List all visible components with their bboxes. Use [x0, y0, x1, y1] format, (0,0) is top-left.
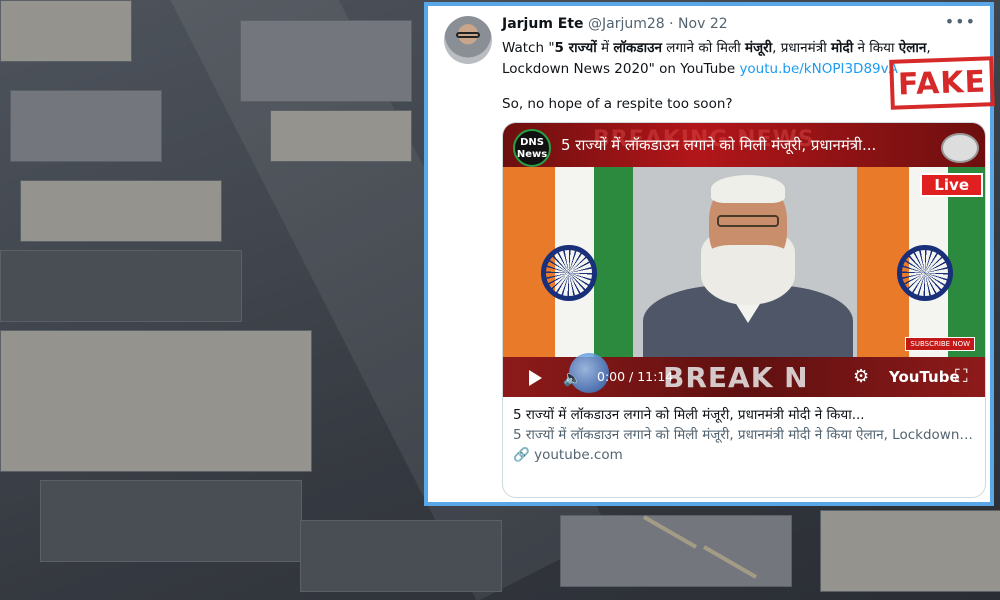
channel-logo[interactable]: DNS News	[513, 129, 551, 167]
more-options-icon[interactable]: •••	[945, 12, 976, 31]
avatar[interactable]	[444, 16, 492, 64]
fake-stamp: FAKE	[889, 56, 995, 110]
link-domain[interactable]: 🔗 youtube.com	[513, 445, 977, 465]
youtube-link[interactable]: youtu.be/kNOPI3D89vA	[739, 61, 897, 77]
speaker	[633, 175, 863, 375]
link-preview[interactable]: 5 राज्यों में लॉकडाउन लगाने को मिली मंजू…	[503, 397, 985, 473]
chakra-icon	[541, 245, 597, 301]
youtube-logo[interactable]: YouTube	[889, 368, 960, 386]
live-badge: Live	[920, 173, 983, 197]
tweet-card: Jarjum Ete @Jarjum28 · Nov 22 ••• Watch …	[424, 2, 995, 506]
separator: ·	[669, 16, 674, 32]
fullscreen-icon[interactable]: ⛶	[955, 366, 968, 387]
tweet-header: Jarjum Ete @Jarjum28 · Nov 22	[502, 16, 728, 32]
volume-icon[interactable]: 🔈	[563, 369, 582, 387]
watermark-logo	[941, 133, 979, 163]
settings-icon[interactable]: ⚙	[853, 366, 869, 387]
video-player[interactable]: BREAKING NEWS DNS News 5 राज्यों में लॉक…	[503, 123, 985, 397]
play-icon[interactable]	[529, 370, 542, 386]
tweet-comment: So, no hope of a respite too soon?	[502, 96, 733, 112]
video-title-bar: BREAKING NEWS DNS News 5 राज्यों में लॉक…	[503, 123, 985, 167]
link-icon: 🔗	[513, 447, 530, 463]
link-title[interactable]: 5 राज्यों में लॉकडाउन लगाने को मिली मंजू…	[513, 405, 977, 425]
ticker-text: BREAK N	[663, 361, 809, 394]
link-description: 5 राज्यों में लॉकडाउन लगाने को मिली मंजू…	[513, 427, 977, 443]
video-time: 0:00 / 11:14	[597, 369, 674, 384]
subscribe-badge: SUBSCRIBE NOW	[905, 337, 975, 351]
video-title[interactable]: 5 राज्यों में लॉकडाउन लगाने को मिली मंजू…	[561, 135, 876, 155]
author-name[interactable]: Jarjum Ete	[502, 16, 584, 32]
youtube-embed-card[interactable]: BREAKING NEWS DNS News 5 राज्यों में लॉक…	[502, 122, 986, 498]
tweet-date[interactable]: Nov 22	[678, 16, 728, 32]
author-handle[interactable]: @Jarjum28	[588, 16, 665, 32]
video-controls: BREAK N 🔈 0:00 / 11:14 ⚙ YouTube ⛶	[503, 353, 985, 397]
chakra-icon	[897, 245, 953, 301]
